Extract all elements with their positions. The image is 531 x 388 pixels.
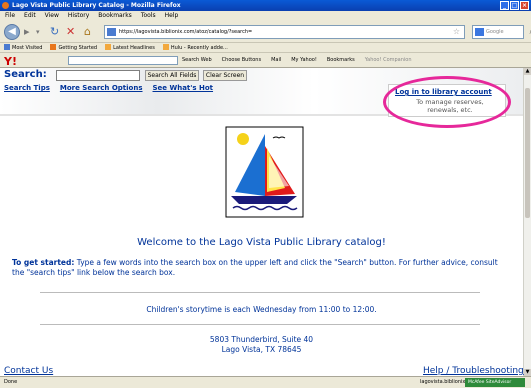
library-address: 5803 Thunderbird, Suite 40 Lago Vista, T… xyxy=(0,335,523,355)
divider xyxy=(40,324,480,325)
address-line-1: 5803 Thunderbird, Suite 40 xyxy=(209,335,314,344)
bookmark-latest-headlines[interactable]: Latest Headlines xyxy=(105,43,155,52)
clear-screen-button[interactable]: Clear Screen xyxy=(203,70,247,81)
google-icon xyxy=(475,28,484,36)
more-search-options-link[interactable]: More Search Options xyxy=(60,84,143,92)
yahoo-bookmarks-button[interactable]: Bookmarks xyxy=(327,53,355,68)
close-button[interactable]: × xyxy=(520,1,529,10)
navigation-toolbar: ◀ ▸ ▾ ↻ ✕ ⌂ https://lagovista.biblionix.… xyxy=(0,21,531,43)
rss-icon xyxy=(162,44,169,50)
storytime-notice: Children's storytime is each Wednesday f… xyxy=(146,305,377,314)
bookmark-most-visited[interactable]: Most Visited xyxy=(4,43,42,52)
firefox-icon xyxy=(2,2,9,9)
most-visited-icon xyxy=(4,44,10,50)
address-line-2: Lago Vista, TX 78645 xyxy=(221,345,302,354)
menu-bookmarks[interactable]: Bookmarks xyxy=(98,11,132,21)
window-title: Lago Vista Public Library Catalog - Mozi… xyxy=(12,2,181,9)
menu-file[interactable]: File xyxy=(5,11,15,21)
status-text: Done xyxy=(4,379,18,385)
rss-icon xyxy=(105,44,112,50)
mcafee-siteadvisor-badge[interactable]: McAfee SiteAdvisor xyxy=(465,378,525,387)
address-url: https://lagovista.biblionix.com/atoz/cat… xyxy=(119,29,253,35)
yahoo-logo[interactable]: Y! xyxy=(4,54,17,69)
highlight-ellipse xyxy=(383,76,511,128)
stop-icon[interactable]: ✕ xyxy=(66,25,75,39)
window-controls: _ □ × xyxy=(500,1,529,10)
bookmarks-toolbar: Most Visited Getting Started Latest Head… xyxy=(0,43,531,53)
menu-tools[interactable]: Tools xyxy=(141,11,156,21)
help-troubleshooting-link[interactable]: Help / Troubleshooting xyxy=(423,366,524,376)
contact-us-link[interactable]: Contact Us xyxy=(4,366,53,376)
dropdown-icon[interactable]: ▾ xyxy=(36,25,40,39)
divider xyxy=(40,292,480,293)
catalog-search-input[interactable] xyxy=(56,70,140,81)
scroll-up-icon[interactable]: ▲ xyxy=(524,68,531,75)
maximize-button[interactable]: □ xyxy=(510,1,519,10)
welcome-heading: Welcome to the Lago Vista Public Library… xyxy=(137,237,386,248)
window-titlebar: Lago Vista Public Library Catalog - Mozi… xyxy=(0,0,531,11)
vertical-scrollbar[interactable]: ▲ ▼ xyxy=(523,68,531,376)
menu-help[interactable]: Help xyxy=(165,11,179,21)
status-bar: Done lagovista.biblionix.com McAfee Site… xyxy=(0,376,531,388)
firefox-bookmark-icon xyxy=(50,44,57,50)
yahoo-my-yahoo-button[interactable]: My Yahoo! xyxy=(291,53,317,68)
yahoo-toolbar: Y! Search Web Choose Buttons Mail My Yah… xyxy=(0,53,531,68)
library-sailboat-logo xyxy=(225,126,304,218)
yahoo-choose-buttons[interactable]: Choose Buttons xyxy=(222,53,261,68)
scroll-thumb[interactable] xyxy=(525,88,530,218)
site-favicon xyxy=(107,28,116,36)
web-search-placeholder: Google xyxy=(486,29,504,35)
search-all-fields-button[interactable]: Search All Fields xyxy=(145,70,199,81)
yahoo-search-web-button[interactable]: Search Web xyxy=(182,53,212,68)
yahoo-search-input[interactable] xyxy=(68,56,178,65)
get-started-paragraph: To get started: Type a few words into th… xyxy=(12,258,510,278)
address-bar[interactable]: https://lagovista.biblionix.com/atoz/cat… xyxy=(104,25,465,39)
bookmark-getting-started[interactable]: Getting Started xyxy=(50,43,97,52)
home-icon[interactable]: ⌂ xyxy=(84,25,91,39)
bookmark-hulu[interactable]: Hulu - Recently adde... xyxy=(162,43,228,52)
get-started-text: Type a few words into the search box on … xyxy=(12,258,498,277)
search-links: Search Tips More Search Options See What… xyxy=(4,84,213,92)
search-label: Search: xyxy=(4,69,47,80)
get-started-label: To get started: xyxy=(12,258,75,267)
menu-history[interactable]: History xyxy=(68,11,89,21)
scroll-down-icon[interactable]: ▼ xyxy=(524,369,531,376)
yahoo-companion-button[interactable]: Yahoo! Companion xyxy=(365,53,412,68)
see-whats-hot-link[interactable]: See What's Hot xyxy=(153,84,214,92)
back-button[interactable]: ◀ xyxy=(4,24,20,40)
reload-icon[interactable]: ↻ xyxy=(50,25,59,39)
minimize-button[interactable]: _ xyxy=(500,1,509,10)
yahoo-mail-button[interactable]: Mail xyxy=(271,53,281,68)
menu-view[interactable]: View xyxy=(45,11,59,21)
menu-bar: File Edit View History Bookmarks Tools H… xyxy=(0,11,531,21)
menu-edit[interactable]: Edit xyxy=(24,11,36,21)
forward-icon[interactable]: ▸ xyxy=(24,25,30,39)
web-search-box[interactable]: Google ⌕ xyxy=(472,25,531,39)
yahoo-toolbar-items: Search Web Choose Buttons Mail My Yahoo!… xyxy=(182,53,412,68)
bookmark-star-icon[interactable]: ☆ xyxy=(453,26,460,38)
search-tips-link[interactable]: Search Tips xyxy=(4,84,50,92)
